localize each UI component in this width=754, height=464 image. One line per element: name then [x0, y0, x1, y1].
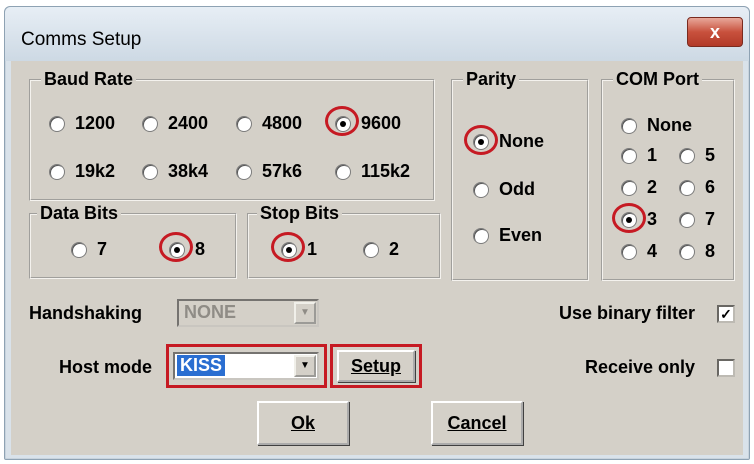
highlight-ring — [271, 232, 305, 262]
com-port-group: COM Port None 1 5 2 6 3 7 4 8 — [601, 69, 735, 281]
radio-icon — [473, 227, 489, 244]
stop-bits-2-option[interactable]: 2 — [363, 239, 399, 260]
radio-icon — [473, 181, 489, 198]
receive-only-label: Receive only — [585, 357, 696, 377]
host-mode-label: Host mode — [59, 357, 153, 377]
handshaking-dropdown[interactable]: NONE ▼ — [177, 299, 319, 327]
baud-19k2-option[interactable]: 19k2 — [49, 161, 115, 182]
handshaking-value: NONE — [184, 302, 237, 322]
host-mode-dropdown[interactable]: KISS ▼ — [173, 352, 319, 380]
stop-bits-legend: Stop Bits — [257, 203, 342, 224]
radio-icon — [142, 115, 158, 132]
radio-icon — [49, 115, 65, 132]
baud-rate-legend: Baud Rate — [41, 69, 137, 90]
highlight-ring — [612, 203, 646, 233]
radio-icon — [49, 163, 65, 180]
host-mode-value: KISS — [177, 355, 226, 376]
parity-group: Parity None Odd Even — [451, 69, 589, 281]
parity-odd-option[interactable]: Odd — [473, 179, 535, 200]
radio-icon — [71, 241, 87, 258]
com-port-7-option[interactable]: 7 — [679, 209, 715, 230]
close-button[interactable]: x — [687, 17, 743, 47]
stop-bits-group: Stop Bits 1 2 — [247, 203, 441, 279]
com-port-2-option[interactable]: 2 — [621, 177, 657, 198]
baud-1200-option[interactable]: 1200 — [49, 113, 115, 134]
radio-icon — [621, 179, 637, 196]
baud-rate-group: Baud Rate 1200 2400 4800 9600 19k2 38k4 … — [29, 69, 435, 201]
com-port-legend: COM Port — [613, 69, 702, 90]
title-bar[interactable]: Comms Setup x — [5, 7, 749, 61]
baud-115k2-option[interactable]: 115k2 — [335, 161, 410, 182]
cancel-button[interactable]: Cancel — [431, 401, 523, 445]
radio-icon — [679, 179, 695, 196]
radio-icon — [363, 241, 379, 258]
radio-icon — [621, 117, 637, 134]
radio-icon — [621, 147, 637, 164]
com-port-1-option[interactable]: 1 — [621, 145, 657, 166]
window-title: Comms Setup — [21, 29, 142, 50]
radio-icon — [335, 163, 351, 180]
baud-2400-option[interactable]: 2400 — [142, 113, 208, 134]
highlight-ring — [159, 232, 193, 262]
binary-filter-checkbox[interactable]: ✓ — [717, 305, 735, 323]
baud-57k6-option[interactable]: 57k6 — [236, 161, 302, 182]
radio-icon — [679, 147, 695, 164]
baud-4800-option[interactable]: 4800 — [236, 113, 302, 134]
com-port-4-option[interactable]: 4 — [621, 241, 657, 262]
receive-only-checkbox[interactable] — [717, 359, 735, 377]
data-bits-7-option[interactable]: 7 — [71, 239, 107, 260]
com-port-none-option[interactable]: None — [621, 115, 692, 136]
data-bits-legend: Data Bits — [37, 203, 122, 224]
radio-icon — [679, 243, 695, 260]
radio-icon — [236, 115, 252, 132]
radio-icon — [679, 211, 695, 228]
handshaking-label: Handshaking — [29, 303, 143, 323]
setup-button[interactable]: Setup — [337, 350, 415, 382]
parity-even-option[interactable]: Even — [473, 225, 542, 246]
com-port-8-option[interactable]: 8 — [679, 241, 715, 262]
binary-filter-label: Use binary filter — [559, 303, 696, 323]
parity-legend: Parity — [463, 69, 520, 90]
ok-button[interactable]: Ok — [257, 401, 349, 445]
dialog-client-area: Baud Rate 1200 2400 4800 9600 19k2 38k4 … — [11, 61, 743, 455]
radio-icon — [142, 163, 158, 180]
highlight-ring — [464, 125, 498, 155]
data-bits-group: Data Bits 7 8 — [29, 203, 237, 279]
com-port-6-option[interactable]: 6 — [679, 177, 715, 198]
chevron-down-icon: ▼ — [294, 355, 316, 377]
com-port-5-option[interactable]: 5 — [679, 145, 715, 166]
chevron-down-icon: ▼ — [294, 302, 316, 324]
comms-setup-window: Comms Setup x Baud Rate 1200 2400 4800 9… — [4, 6, 750, 460]
baud-38k4-option[interactable]: 38k4 — [142, 161, 208, 182]
radio-icon — [236, 163, 252, 180]
radio-icon — [621, 243, 637, 260]
highlight-ring — [325, 106, 359, 136]
